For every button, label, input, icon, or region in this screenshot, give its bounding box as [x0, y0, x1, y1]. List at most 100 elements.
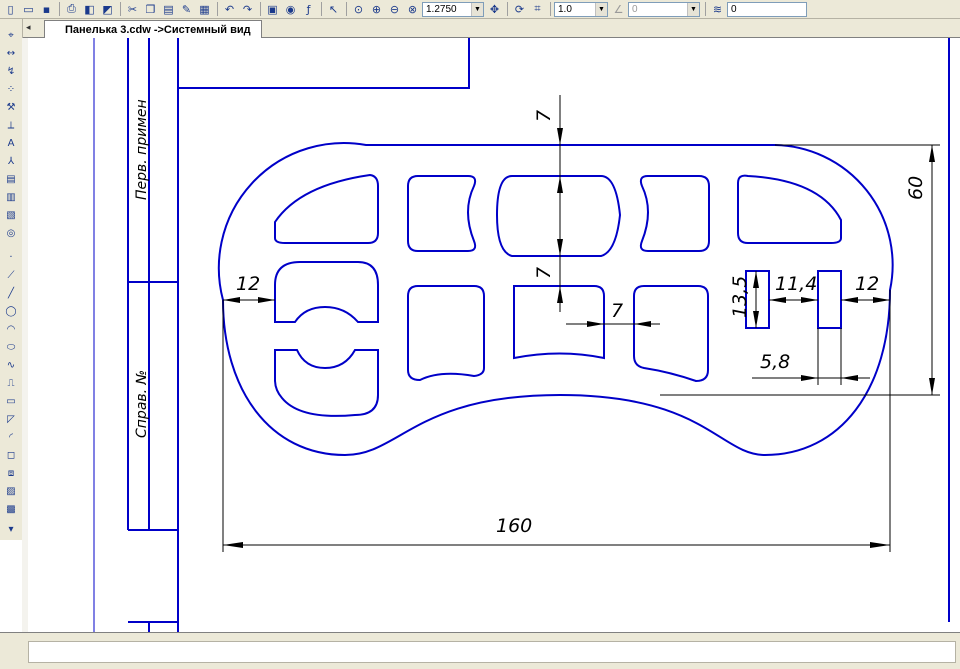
toolbar-separator: [705, 2, 706, 16]
dim-text-top-gap: 7: [533, 110, 555, 122]
cutout-left-middle: [274, 261, 379, 323]
arrow: [929, 145, 935, 162]
layers-icon[interactable]: ≋: [709, 1, 726, 17]
tab-scroll-left-icon[interactable]: ◂: [26, 22, 31, 33]
point-icon[interactable]: ·: [3, 249, 19, 265]
zoom-in-icon[interactable]: ⊕: [368, 1, 385, 17]
dim-text-overall-width: 160: [496, 515, 532, 537]
stamp-field-1: Перв. примен: [134, 99, 150, 200]
drawing-svg: Перв. примен Справ. № 7 7 7 12 11,4 12 1…: [93, 38, 950, 632]
arrow: [753, 311, 759, 328]
arrow: [557, 128, 563, 145]
chamfer-icon[interactable]: ◸: [3, 411, 19, 427]
cut-icon[interactable]: ✂: [124, 1, 141, 17]
arrow: [801, 375, 818, 381]
zoom-out-icon[interactable]: ⊖: [386, 1, 403, 17]
manager-icon[interactable]: ▣: [264, 1, 281, 17]
more-tools-icon[interactable]: ▾: [3, 521, 19, 537]
spline-icon[interactable]: ∿: [3, 357, 19, 373]
arrow: [223, 297, 240, 303]
dim-text-slot-height: 13,5: [729, 276, 751, 318]
symbols-icon[interactable]: ↯: [3, 63, 19, 79]
brush-icon[interactable]: ✎: [178, 1, 195, 17]
parametrization-icon[interactable]: ⚒: [3, 99, 19, 115]
arc-icon[interactable]: ◠: [3, 321, 19, 337]
zoom-fit-icon[interactable]: ⊙: [350, 1, 367, 17]
redo-icon[interactable]: ↷: [239, 1, 256, 17]
pan-icon[interactable]: ✥: [486, 1, 503, 17]
layer-value: 0: [731, 3, 737, 15]
edit-icon[interactable]: ⁘: [3, 81, 19, 97]
step-combo[interactable]: 1.0 ▼: [554, 1, 608, 17]
print-icon[interactable]: ⎙: [63, 1, 80, 17]
cutout-lower-4: [633, 285, 709, 383]
chevron-down-icon[interactable]: ▼: [471, 2, 483, 16]
zoom-window-icon[interactable]: ⊗: [404, 1, 421, 17]
copy-properties-icon[interactable]: ◩: [99, 1, 116, 17]
table-icon[interactable]: ▦: [196, 1, 213, 17]
toolbar-separator: [507, 2, 508, 16]
toolbar-separator: [120, 2, 121, 16]
dimension-texts: 7 7 7 12 11,4 12 13,5 5,8 60 160: [236, 110, 927, 537]
arrow: [841, 375, 858, 381]
hatch-icon[interactable]: ▨: [3, 483, 19, 499]
spec-icon[interactable]: ▤: [3, 171, 19, 187]
toolbar-separator: [260, 2, 261, 16]
dimension-lines: [222, 95, 940, 552]
angle-value: 0: [632, 3, 638, 15]
title-block-top: [178, 38, 470, 89]
associative-views-icon[interactable]: ⅄: [3, 153, 19, 169]
arrow: [870, 542, 890, 548]
cutout-left-bottom: [274, 349, 379, 417]
fill-icon[interactable]: ▩: [3, 501, 19, 517]
dimension-arrows: [223, 128, 935, 548]
cutout-upper-4: [639, 175, 710, 252]
polyline-icon[interactable]: ⎍: [3, 375, 19, 391]
ellipse-icon[interactable]: ⬭: [3, 339, 19, 355]
report-icon[interactable]: ▥: [3, 189, 19, 205]
arrow: [801, 297, 818, 303]
angle-combo: 0 ▼: [628, 1, 700, 17]
part-geometry: [217, 142, 894, 457]
help-pointer-icon[interactable]: ↖: [325, 1, 342, 17]
circle-icon[interactable]: ◯: [3, 303, 19, 319]
dimensions-icon[interactable]: ↔: [3, 45, 19, 61]
save-icon[interactable]: ▪: [38, 1, 55, 17]
refresh-icon[interactable]: ⟳: [511, 1, 528, 17]
fillet-icon[interactable]: ◜: [3, 429, 19, 445]
formula-icon[interactable]: ƒ: [300, 1, 317, 17]
snap-icon[interactable]: ⌗: [529, 1, 546, 17]
arrow: [769, 297, 786, 303]
selection-icon[interactable]: A: [3, 135, 19, 151]
library-icon[interactable]: ◉: [282, 1, 299, 17]
arrow: [841, 297, 858, 303]
toolbar-separator: [217, 2, 218, 16]
cutout-left-top: [274, 173, 379, 244]
dim-text-slot-offset: 5,8: [760, 351, 790, 373]
layer-combo[interactable]: 0: [727, 1, 807, 17]
preview-icon[interactable]: ◧: [81, 1, 98, 17]
drawing-canvas[interactable]: Перв. примен Справ. № 7 7 7 12 11,4 12 1…: [28, 38, 960, 632]
paste-icon[interactable]: ▤: [160, 1, 177, 17]
document-tab[interactable]: Панелька 3.cdw ->Системный вид: [44, 20, 262, 38]
chevron-down-icon[interactable]: ▼: [595, 2, 607, 16]
measure-icon[interactable]: ⟂: [3, 117, 19, 133]
stamp-field-2: Справ. №: [134, 370, 150, 438]
open-icon[interactable]: ▭: [20, 1, 37, 17]
auxiliary-line-icon[interactable]: ⟋: [3, 267, 19, 283]
arrow: [557, 176, 563, 193]
undo-icon[interactable]: ↶: [221, 1, 238, 17]
equidistant-icon[interactable]: ⧈: [3, 465, 19, 481]
arrow: [557, 286, 563, 303]
rectangle-icon[interactable]: ▭: [3, 393, 19, 409]
toolbar-separator: [59, 2, 60, 16]
copy-icon[interactable]: ❐: [142, 1, 159, 17]
segment-icon[interactable]: ╱: [3, 285, 19, 301]
cutout-lower-2: [407, 285, 485, 382]
zoom-combo[interactable]: 1.2750 ▼: [422, 1, 484, 17]
geometry-icon[interactable]: ⌖: [3, 27, 19, 43]
new-document-icon[interactable]: ▯: [2, 1, 19, 17]
view-icon[interactable]: ▧: [3, 207, 19, 223]
library-panel-icon[interactable]: ◎: [3, 225, 19, 241]
contour-icon[interactable]: ◻: [3, 447, 19, 463]
